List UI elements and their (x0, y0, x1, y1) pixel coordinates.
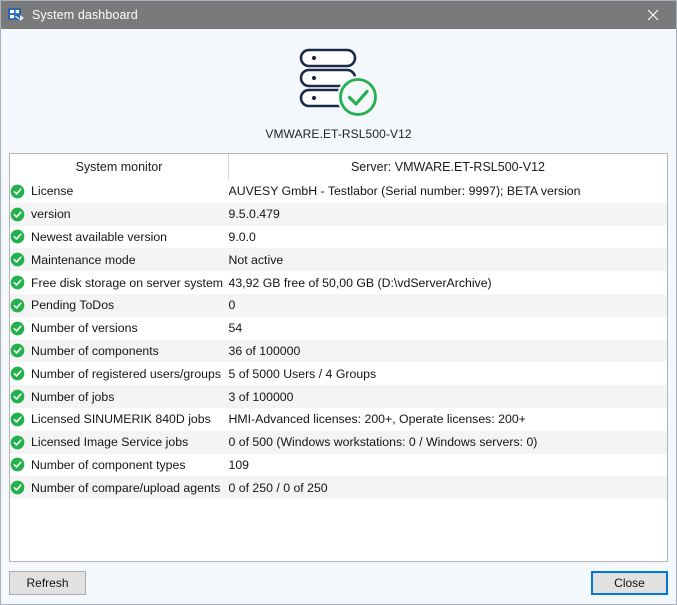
row-name-label: Number of components (31, 344, 159, 358)
status-ok-icon (10, 321, 25, 336)
row-name-cell: Newest available version (10, 226, 229, 249)
table-row[interactable]: Newest available version 9.0.0 (10, 226, 667, 249)
table-row[interactable]: Licensed Image Service jobs 0 of 500 (Win… (10, 431, 667, 454)
row-name-cell: Licensed Image Service jobs (10, 431, 229, 454)
status-ok-icon (10, 298, 25, 313)
row-name-label: Free disk storage on server system (31, 276, 223, 290)
row-name-cell: Maintenance mode (10, 248, 229, 271)
table-row[interactable]: Number of jobs 3 of 100000 (10, 385, 667, 408)
server-ok-icon (296, 47, 382, 121)
row-value-cell: 109 (229, 454, 668, 477)
table-row[interactable]: Number of compare/upload agents 0 of 250 … (10, 476, 667, 499)
close-icon[interactable] (630, 1, 676, 29)
row-name-cell: Pending ToDos (10, 294, 229, 317)
row-name-label: Licensed SINUMERIK 840D jobs (31, 412, 211, 426)
column-header-server[interactable]: Server: VMWARE.ET-RSL500-V12 (229, 154, 668, 180)
system-monitor-table: System monitor Server: VMWARE.ET-RSL500-… (10, 154, 667, 499)
system-dashboard-window: System dashboard (0, 0, 677, 605)
row-name-cell: Number of versions (10, 317, 229, 340)
row-name-label: Licensed Image Service jobs (31, 435, 188, 449)
row-name-label: Newest available version (31, 230, 167, 244)
row-name-label: License (31, 184, 73, 198)
server-status-hero: VMWARE.ET-RSL500-V12 (1, 29, 676, 141)
row-name-cell: Number of jobs (10, 385, 229, 408)
table-header: System monitor Server: VMWARE.ET-RSL500-… (10, 154, 667, 180)
row-name-label: Number of jobs (31, 390, 114, 404)
table-row[interactable]: Maintenance mode Not active (10, 248, 667, 271)
row-name-cell: Number of compare/upload agents (10, 476, 229, 499)
status-ok-icon (10, 207, 25, 222)
table-row[interactable]: Number of registered users/groups 5 of 50… (10, 362, 667, 385)
status-ok-icon (10, 389, 25, 404)
row-value-cell: 3 of 100000 (229, 385, 668, 408)
status-ok-icon (10, 435, 25, 450)
row-name-label: Maintenance mode (31, 253, 136, 267)
row-value-cell: 9.5.0.479 (229, 203, 668, 226)
status-ok-icon (10, 229, 25, 244)
row-value-cell: 9.0.0 (229, 226, 668, 249)
row-name-cell: Free disk storage on server system (10, 271, 229, 294)
table-row[interactable]: Number of components 36 of 100000 (10, 340, 667, 363)
row-name-label: version (31, 207, 71, 221)
table-row[interactable]: Number of component types 109 (10, 454, 667, 477)
row-name-cell: version (10, 203, 229, 226)
table-row[interactable]: Pending ToDos 0 (10, 294, 667, 317)
row-value-cell: 54 (229, 317, 668, 340)
row-value-cell: Not active (229, 248, 668, 271)
row-value-cell: 0 (229, 294, 668, 317)
row-name-cell: Number of component types (10, 454, 229, 477)
table-row[interactable]: version 9.5.0.479 (10, 203, 667, 226)
column-header-system-monitor[interactable]: System monitor (10, 154, 229, 180)
refresh-button[interactable]: Refresh (9, 571, 86, 595)
table-body: License AUVESY GmbH - Testlabor (Serial n… (10, 180, 667, 499)
table-row[interactable]: License AUVESY GmbH - Testlabor (Serial n… (10, 180, 667, 203)
row-value-cell: HMI-Advanced licenses: 200+, Operate lic… (229, 408, 668, 431)
row-value-cell: 0 of 250 / 0 of 250 (229, 476, 668, 499)
row-name-label: Number of compare/upload agents (31, 481, 220, 495)
row-name-label: Number of component types (31, 458, 185, 472)
row-name-cell: Number of registered users/groups (10, 362, 229, 385)
row-name-cell: Licensed SINUMERIK 840D jobs (10, 408, 229, 431)
window-title: System dashboard (32, 8, 138, 22)
row-name-label: Number of registered users/groups (31, 367, 221, 381)
row-value-cell: 0 of 500 (Windows workstations: 0 / Wind… (229, 431, 668, 454)
status-ok-icon (10, 275, 25, 290)
row-name-label: Pending ToDos (31, 298, 114, 312)
status-ok-icon (10, 343, 25, 358)
row-value-cell: 43,92 GB free of 50,00 GB (D:\vdServerAr… (229, 271, 668, 294)
status-ok-icon (10, 457, 25, 472)
window-titlebar: System dashboard (1, 1, 676, 29)
row-value-cell: 5 of 5000 Users / 4 Groups (229, 362, 668, 385)
row-value-cell: 36 of 100000 (229, 340, 668, 363)
table-row[interactable]: Licensed SINUMERIK 840D jobs HMI-Advanced… (10, 408, 667, 431)
row-value-cell: AUVESY GmbH - Testlabor (Serial number: … (229, 180, 668, 203)
dialog-footer: Refresh Close (1, 562, 676, 604)
hero-server-name: VMWARE.ET-RSL500-V12 (265, 127, 411, 141)
row-name-cell: Number of components (10, 340, 229, 363)
app-dashboard-icon (8, 7, 24, 23)
system-monitor-panel: System monitor Server: VMWARE.ET-RSL500-… (9, 153, 668, 562)
table-row[interactable]: Free disk storage on server system 43,92 … (10, 271, 667, 294)
status-ok-icon (10, 366, 25, 381)
table-row[interactable]: Number of versions 54 (10, 317, 667, 340)
status-ok-icon (10, 480, 25, 495)
status-ok-icon (10, 412, 25, 427)
row-name-cell: License (10, 180, 229, 203)
close-button[interactable]: Close (591, 571, 668, 595)
status-ok-icon (10, 184, 25, 199)
status-ok-icon (10, 252, 25, 267)
row-name-label: Number of versions (31, 321, 138, 335)
